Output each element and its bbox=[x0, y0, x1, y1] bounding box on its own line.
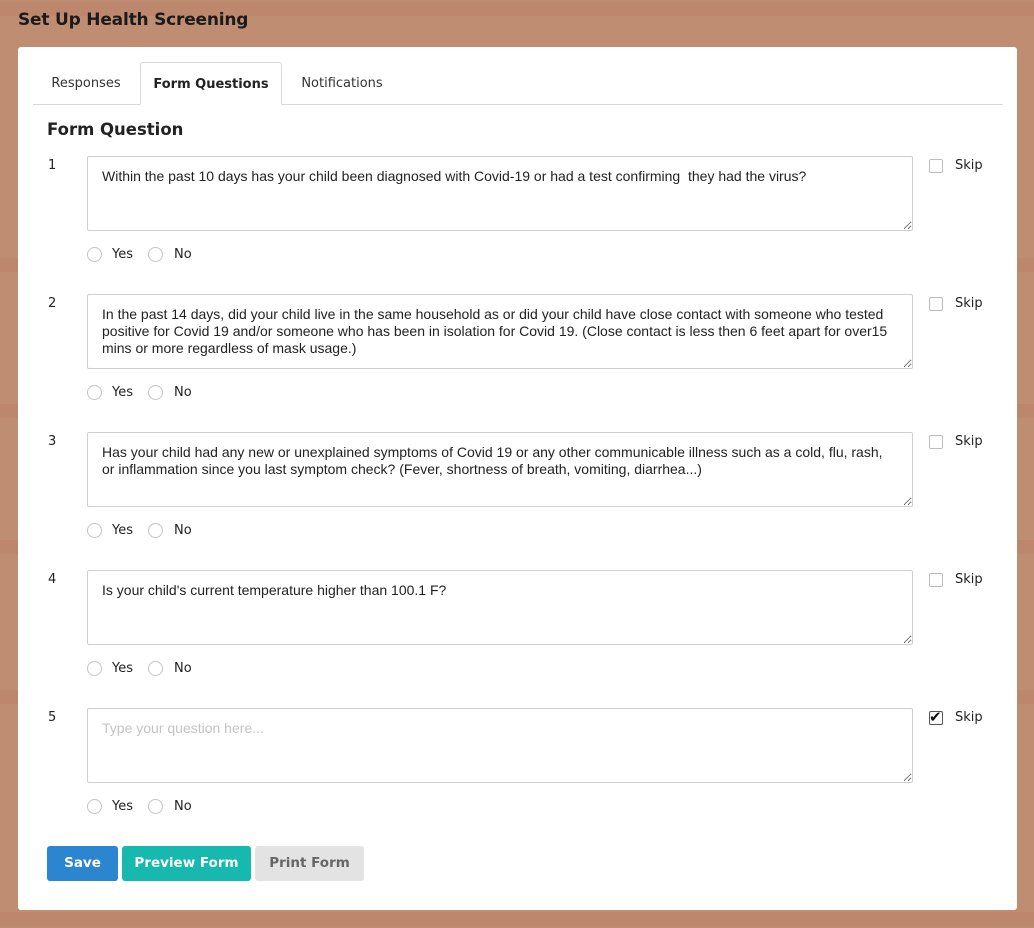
question-input[interactable] bbox=[87, 432, 913, 507]
skip-checkbox-checked[interactable]: ✔ bbox=[929, 708, 943, 726]
yes-radio[interactable] bbox=[87, 799, 102, 814]
yes-radio[interactable] bbox=[87, 523, 102, 538]
tab-form-questions[interactable]: Form Questions bbox=[140, 62, 282, 105]
no-radio[interactable] bbox=[148, 799, 163, 814]
yes-radio[interactable] bbox=[87, 247, 102, 262]
question-input[interactable] bbox=[87, 708, 913, 783]
no-radio[interactable] bbox=[148, 247, 163, 262]
no-label: No bbox=[174, 247, 192, 262]
question-input[interactable] bbox=[87, 156, 913, 231]
question-number: 1 bbox=[48, 158, 57, 173]
checkmark-icon: ✔ bbox=[929, 708, 942, 726]
no-radio[interactable] bbox=[148, 523, 163, 538]
tab-bar: Responses Form Questions Notifications bbox=[33, 62, 1003, 105]
skip-label: Skip bbox=[955, 296, 983, 311]
yes-label: Yes bbox=[112, 385, 133, 400]
skip-label: Skip bbox=[955, 572, 983, 587]
question-number: 4 bbox=[48, 572, 57, 587]
no-label: No bbox=[174, 523, 192, 538]
yes-radio[interactable] bbox=[87, 385, 102, 400]
question-input[interactable] bbox=[87, 570, 913, 645]
no-radio[interactable] bbox=[148, 385, 163, 400]
skip-label: Skip bbox=[955, 434, 983, 449]
skip-checkbox[interactable] bbox=[929, 297, 943, 311]
yes-radio[interactable] bbox=[87, 661, 102, 676]
no-label: No bbox=[174, 385, 192, 400]
no-label: No bbox=[174, 799, 192, 814]
yes-label: Yes bbox=[112, 247, 133, 262]
print-form-button[interactable]: Print Form bbox=[255, 846, 364, 881]
skip-label: Skip bbox=[955, 158, 983, 173]
skip-checkbox[interactable] bbox=[929, 435, 943, 449]
skip-checkbox[interactable] bbox=[929, 573, 943, 587]
question-input[interactable] bbox=[87, 294, 913, 369]
section-title: Form Question bbox=[47, 120, 184, 139]
no-radio[interactable] bbox=[148, 661, 163, 676]
page-title: Set Up Health Screening bbox=[18, 10, 249, 30]
no-label: No bbox=[174, 661, 192, 676]
skip-checkbox[interactable] bbox=[929, 159, 943, 173]
yes-label: Yes bbox=[112, 523, 133, 538]
tab-responses[interactable]: Responses bbox=[33, 62, 139, 104]
form-panel: Responses Form Questions Notifications F… bbox=[18, 47, 1017, 910]
save-button[interactable]: Save bbox=[47, 846, 118, 881]
yes-label: Yes bbox=[112, 661, 133, 676]
question-number: 3 bbox=[48, 434, 57, 449]
yes-label: Yes bbox=[112, 799, 133, 814]
tab-notifications[interactable]: Notifications bbox=[282, 62, 402, 104]
question-number: 5 bbox=[48, 710, 57, 725]
question-number: 2 bbox=[48, 296, 57, 311]
preview-form-button[interactable]: Preview Form bbox=[122, 846, 251, 881]
skip-label: Skip bbox=[955, 710, 983, 725]
